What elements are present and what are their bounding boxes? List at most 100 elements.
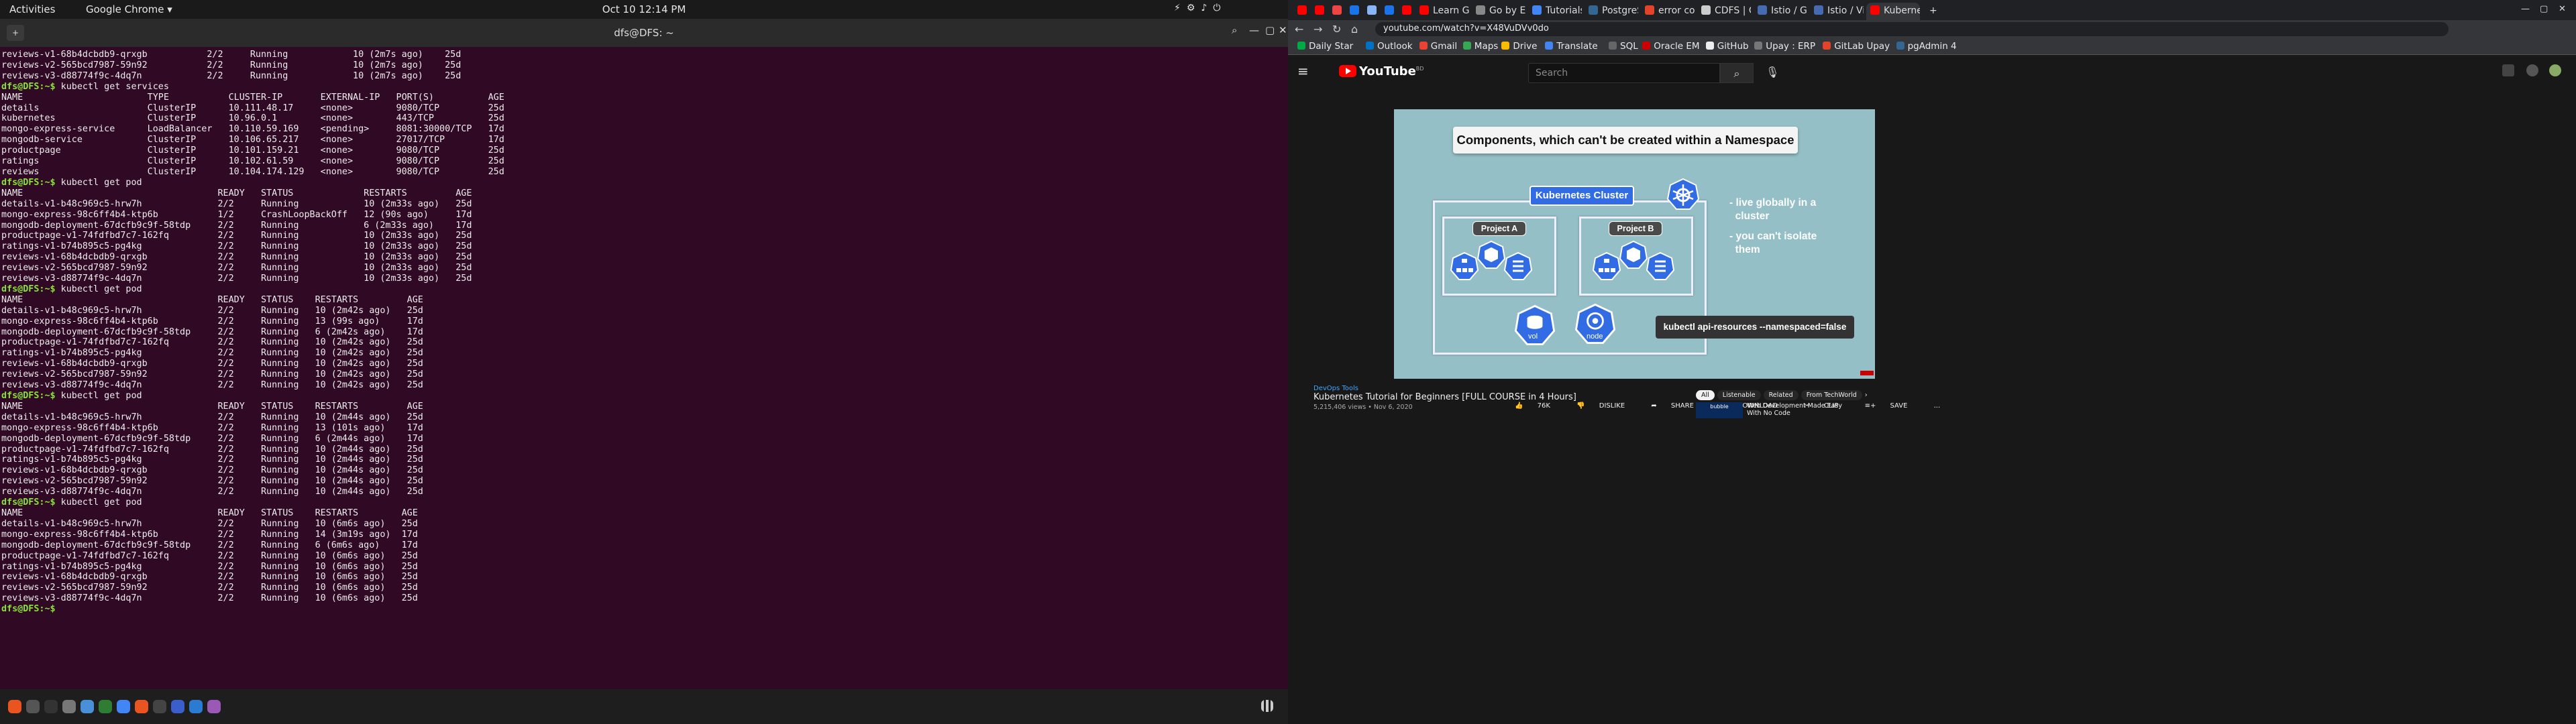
terminal-output-line: ratings-v1-b74b895c5-pg4kg 2/2 Running 1… — [1, 348, 423, 359]
browser-tab[interactable] — [1328, 3, 1343, 20]
settings-icon[interactable] — [26, 700, 40, 713]
close-icon[interactable]: ✕ — [2559, 4, 2566, 14]
browser-tab[interactable] — [1363, 3, 1378, 20]
bookmark-item[interactable]: Upay : ERP — [1754, 41, 1815, 52]
terminal-output-line: reviews-v1-68b4dcbdb9-qrxgb 2/2 Running … — [1, 359, 423, 369]
deployment-icon — [1450, 252, 1479, 280]
postman-icon[interactable] — [135, 700, 148, 713]
system-tray[interactable]: ⚡⚙♪⏻ — [1174, 3, 1226, 13]
forward-icon[interactable]: → — [1313, 23, 1322, 36]
maximize-icon[interactable]: ▢ — [2540, 4, 2548, 14]
bookmark-item[interactable]: Drive — [1501, 41, 1537, 52]
channel-name[interactable]: DevOps Tools — [1313, 385, 1358, 392]
search-input[interactable]: Search — [1528, 63, 1720, 83]
ubuntu-icon[interactable] — [8, 700, 21, 713]
rec-thumbnail[interactable]: bubble — [1696, 402, 1743, 418]
new-tab-button[interactable]: + — [1925, 3, 1941, 20]
chrome-icon[interactable] — [117, 700, 130, 713]
browser-tab[interactable] — [1346, 3, 1360, 20]
bookmark-item[interactable]: Oracle EM — [1642, 41, 1700, 52]
bookmark-item[interactable]: Maps — [1462, 41, 1499, 52]
terminal-output[interactable]: reviews-v1-68b4dcbdb9-qrxgb 2/2 Running … — [0, 47, 1288, 617]
bookmark-item[interactable]: Daily Star — [1297, 41, 1353, 52]
tab-label: Istio / Gettin — [1771, 5, 1807, 16]
command: kubectl get pod — [55, 284, 142, 294]
terminal-output-line: productpage-v1-74fdfbd7c7-162fq 2/2 Runn… — [1, 231, 472, 241]
browser-tab[interactable] — [1381, 3, 1395, 20]
app-icon[interactable] — [207, 700, 221, 713]
search-button[interactable]: ⌕ — [1720, 63, 1754, 83]
browser-tab[interactable]: error code au — [1641, 3, 1695, 20]
recommended-video[interactable]: bubble Web Development Made Easy With No… — [1696, 402, 1924, 418]
favicon-icon — [1419, 5, 1429, 15]
docs-icon[interactable] — [80, 700, 94, 713]
kubernetes-logo-icon — [1666, 178, 1700, 210]
search-icon[interactable]: ⌕ — [1232, 24, 1237, 36]
prompt: dfs@DFS:~$ — [1, 604, 56, 615]
more-button[interactable]: ... — [1934, 402, 1941, 410]
browser-tab[interactable]: Kubernete — [1866, 3, 1920, 20]
terminal-output-line: mongodb-deployment-67dcfb9c9f-58tdp 2/2 … — [1, 326, 423, 337]
remote-icon[interactable] — [171, 700, 184, 713]
address-bar[interactable]: youtube.com/watch?v=X48VuDVv0do — [1375, 22, 2449, 36]
terminal-icon[interactable] — [44, 700, 58, 713]
terminal-output-line: kubernetes ClusterIP 10.96.0.1 <none> 44… — [1, 113, 504, 124]
filter-chip[interactable]: Related — [1763, 390, 1799, 400]
bookmark-item[interactable]: pgAdmin 4 — [1896, 41, 1957, 52]
browser-tab[interactable]: Istio / Gettin — [1754, 3, 1807, 20]
tab-label: Learn Go Pro — [1433, 5, 1469, 16]
back-icon[interactable]: ← — [1295, 23, 1303, 36]
channel-watermark — [1860, 371, 1874, 375]
files-icon[interactable] — [62, 700, 76, 713]
home-icon[interactable]: ⌂ — [1351, 23, 1358, 36]
close-icon[interactable]: ✕ — [1279, 24, 1287, 36]
filter-chip[interactable]: All — [1696, 390, 1715, 400]
bookmark-label: Daily Star — [1309, 41, 1354, 52]
browser-tab[interactable] — [1311, 3, 1326, 20]
browser-tab[interactable]: Go by Exampl — [1472, 3, 1525, 20]
bookmark-item[interactable]: Outlook — [1366, 41, 1413, 52]
minimize-icon[interactable]: — — [1249, 24, 1259, 36]
spreadsheet-icon[interactable] — [99, 700, 112, 713]
app-grid-icon[interactable] — [1261, 700, 1273, 712]
clock[interactable]: Oct 10 12:14 PM — [0, 3, 1288, 15]
notifications-icon[interactable] — [2526, 64, 2538, 76]
bookmark-icon — [1823, 42, 1831, 50]
screenshot-icon[interactable] — [153, 700, 166, 713]
avatar[interactable] — [2549, 64, 2561, 76]
maximize-icon[interactable]: ▢ — [1265, 24, 1275, 36]
bookmark-label: Maps — [1474, 41, 1499, 52]
dislike-button[interactable]: 👎 DISLIKE — [1576, 402, 1637, 410]
browser-tab[interactable]: PostgreSQL 1 — [1585, 3, 1638, 20]
bookmark-item[interactable]: SQL — [1609, 41, 1638, 52]
share-icon: ➦ — [1651, 402, 1659, 410]
filter-chip[interactable]: From TechWorld — [1801, 390, 1862, 400]
browser-tab[interactable] — [1398, 3, 1413, 20]
bookmark-item[interactable]: Translate — [1545, 41, 1598, 52]
browser-tab[interactable]: Learn Go Pro — [1415, 3, 1469, 20]
chevron-right-icon[interactable]: › — [1865, 391, 1868, 399]
youtube-logo[interactable]: YouTubeBD — [1339, 64, 1424, 78]
mic-icon[interactable]: 🎙 — [1766, 66, 1779, 78]
video-player[interactable]: Components, which can't be created withi… — [1394, 109, 1875, 379]
filter-chip[interactable]: Listenable — [1717, 390, 1761, 400]
terminal-output-line: details ClusterIP 10.111.48.17 <none> 90… — [1, 103, 504, 113]
like-button[interactable]: 👍 76K — [1515, 402, 1562, 410]
bookmark-item[interactable]: GitLab Upay — [1823, 41, 1890, 52]
menu-icon[interactable]: ≡ — [1297, 63, 1309, 79]
bookmark-item[interactable]: GitHub — [1705, 41, 1749, 52]
search-icon: ⌕ — [1733, 67, 1740, 80]
reload-icon[interactable]: ↻ — [1332, 23, 1341, 36]
browser-tab[interactable] — [1293, 3, 1308, 20]
minimize-icon[interactable]: — — [2521, 4, 2530, 14]
terminal-window[interactable]: + dfs@DFS: ~ ⌕ — ▢ ✕ reviews-v1-68b4dcbd… — [0, 19, 1288, 689]
create-icon[interactable] — [2502, 64, 2514, 76]
bookmark-item[interactable]: Gmail — [1419, 41, 1457, 52]
vscode-icon[interactable] — [189, 700, 203, 713]
browser-tab[interactable]: CDFS | CDFS — [1697, 3, 1751, 20]
project-b-label: Project B — [1609, 221, 1662, 236]
rec-title[interactable]: Web Development Made Easy With No Code — [1747, 402, 1842, 417]
terminal-output-line: details-v1-b48c969c5-hrw7h 2/2 Running 1… — [1, 518, 418, 529]
browser-tab[interactable]: Tutorials - Th — [1528, 3, 1582, 20]
browser-tab[interactable]: Istio / Visuali — [1810, 3, 1864, 20]
